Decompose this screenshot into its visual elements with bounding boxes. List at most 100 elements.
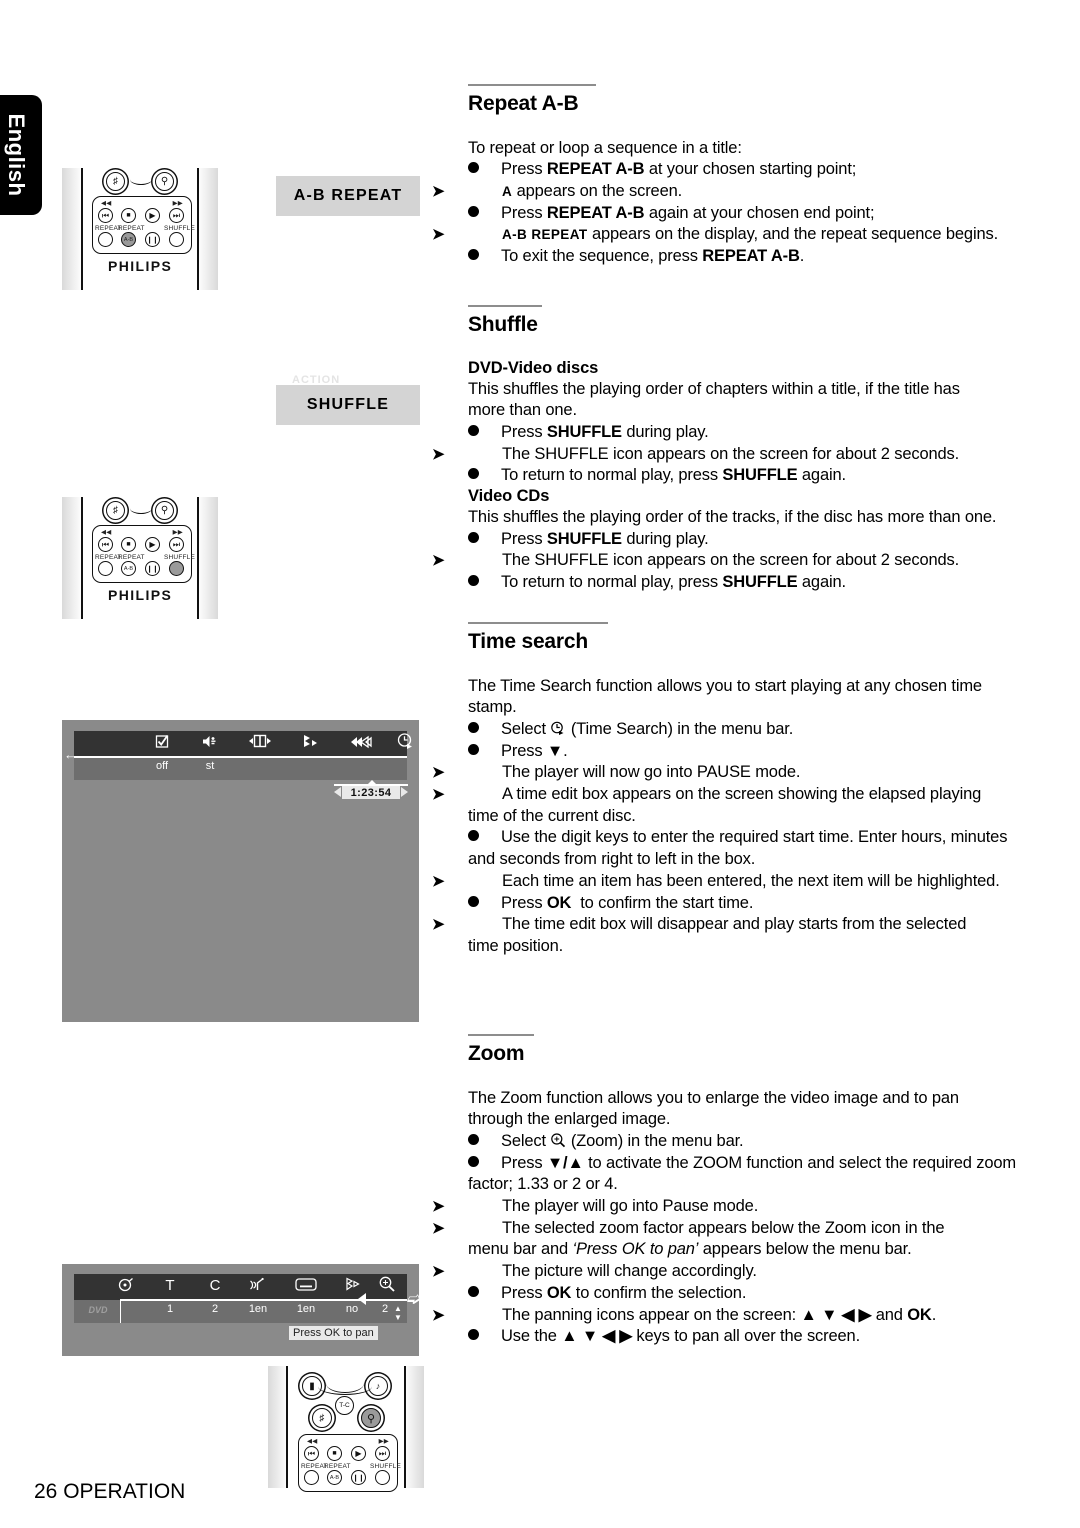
- remote-keypad: ◀◀ ▶▶ ⏮ ■ ▶ ⏭ REPEAT REPEAT SHUFFLE A-B …: [92, 196, 196, 254]
- arrow-icon: ➤: [432, 226, 445, 244]
- remote-prev-key[interactable]: ⏮: [98, 208, 113, 223]
- remote-repeat-ab-key[interactable]: A-B: [327, 1470, 342, 1485]
- section-time-search: Time search The Time Search function all…: [432, 622, 1028, 958]
- time-search-icon: [397, 733, 414, 754]
- menu-cell-screen-fit[interactable]: [242, 734, 278, 751]
- bullet-line: Press REPEAT A-B at your chosen starting…: [468, 159, 1028, 181]
- remote-keypad: ◀◀ ▶▶ ⏮ ■ ▶ ⏭ REPEAT REPEAT SHUFFLE A-B …: [92, 525, 196, 583]
- section-rule: [468, 622, 608, 624]
- menu-cell-subtitle[interactable]: [289, 1277, 323, 1295]
- down-up-arrow-glyphs: ▼/▲: [546, 1153, 584, 1172]
- time-edit-left-arrow[interactable]: [334, 787, 341, 797]
- remote-next-key[interactable]: ⏭: [169, 537, 184, 552]
- paragraph: To repeat or loop a sequence in a title:: [468, 138, 742, 157]
- remote-play-key[interactable]: ▶: [351, 1446, 366, 1461]
- menu-cell-checkbox[interactable]: [144, 734, 180, 752]
- remote-repeat-ab-key[interactable]: A-B: [121, 232, 136, 247]
- menu-cell-angle[interactable]: [292, 734, 328, 753]
- title-disc-icon: [118, 1278, 135, 1297]
- bullet-line: Use the digit keys to enter the required…: [468, 827, 1028, 849]
- inline-bold: SHUFFLE: [546, 422, 622, 441]
- remote-tc-key[interactable]: T-C: [335, 1396, 354, 1415]
- remote-play-key[interactable]: ▶: [145, 537, 160, 552]
- remote-osd-key[interactable]: ♯: [312, 1408, 332, 1428]
- arrow-line: ➤ Each time an item has been entered, the…: [432, 871, 1028, 893]
- fast-forward-icon: [350, 735, 372, 754]
- bullet-line: Press SHUFFLE during play.: [468, 422, 1028, 444]
- subtitle-icon: [295, 1278, 317, 1296]
- menu-cell-audio[interactable]: [192, 734, 228, 752]
- bullet-dot: [468, 575, 479, 587]
- section-rule: [468, 84, 596, 86]
- bullet-dot: [468, 830, 479, 842]
- section-shuffle: Shuffle DVD-Video discs This shuffles th…: [432, 305, 1028, 594]
- chip-ab-repeat: A-B REPEAT: [276, 176, 420, 216]
- remote-shuffle-label: SHUFFLE: [164, 225, 196, 232]
- remote-stop-key[interactable]: ■: [121, 208, 136, 223]
- bullet-dot: [468, 205, 479, 217]
- menu-cell-time-search[interactable]: [390, 733, 420, 753]
- remote-brand-logo: PHILIPS: [108, 587, 173, 603]
- remote-prev-key[interactable]: ⏮: [304, 1446, 319, 1461]
- bullet-line: Press ▼/▲ to activate the ZOOM function …: [468, 1153, 1028, 1175]
- screen-fit-icon: [249, 734, 271, 752]
- arrow-icon: ➤: [432, 1263, 445, 1281]
- remote-repeat-key[interactable]: [304, 1470, 319, 1485]
- bullet-dot: [468, 162, 479, 174]
- inline-bold: OK: [546, 893, 572, 912]
- menu-cell-audio[interactable]: [242, 1277, 274, 1296]
- time-edit-box-value[interactable]: 1:23:54: [342, 786, 400, 799]
- pan-arrow-glyphs: ▲ ▼ ◀ ▶: [561, 1327, 632, 1346]
- remote-zoom-key[interactable]: ⚲: [361, 1408, 381, 1428]
- inline-smallcaps: A-B REPEAT: [502, 227, 588, 243]
- remote-next-key[interactable]: ⏭: [375, 1446, 390, 1461]
- menu-cell-chapter[interactable]: C: [199, 1277, 231, 1294]
- arrow-line: ➤ The panning icons appear on the screen:…: [432, 1305, 1028, 1327]
- menu-cell-title-value: 1: [166, 1303, 174, 1315]
- menu-cell-checkbox-value: off: [155, 760, 169, 772]
- menu-cell-zoom[interactable]: [370, 1276, 404, 1297]
- remote-rewind-label: ◀◀: [101, 529, 112, 536]
- menu-cell-fast-forward[interactable]: [343, 734, 379, 753]
- arrow-line: ➤ The SHUFFLE icon appears on the screen …: [432, 444, 1028, 466]
- remote-edge-left: [286, 1366, 288, 1488]
- arrow-text: The picture will change accordingly.: [502, 1262, 757, 1281]
- section-title-zoom: Zoom: [468, 1041, 525, 1065]
- arrow-line: ➤ The player will now go into PAUSE mode.: [432, 762, 1028, 784]
- remote-prev-key[interactable]: ⏮: [98, 537, 113, 552]
- remote-next-key[interactable]: ⏭: [169, 208, 184, 223]
- remote-pause-key[interactable]: ❙❙: [145, 561, 160, 576]
- time-edit-right-arrow[interactable]: [401, 787, 408, 797]
- bullet-dot: [468, 531, 479, 543]
- remote-stop-key[interactable]: ■: [327, 1446, 342, 1461]
- remote-osd-key[interactable]: ♯: [106, 501, 125, 520]
- inline-bold: OK: [546, 1283, 572, 1302]
- remote-pause-key[interactable]: ❙❙: [351, 1470, 366, 1485]
- zoom-selector-left-arrow[interactable]: [358, 1293, 366, 1305]
- zoom-selector-right-arrow[interactable]: ➫: [407, 1292, 420, 1308]
- language-tab-label: English: [4, 113, 29, 197]
- remote-shuffle-key[interactable]: [375, 1470, 390, 1485]
- remote-repeat-ab-key[interactable]: A-B: [121, 561, 136, 576]
- remote-pause-key[interactable]: ❙❙: [145, 232, 160, 247]
- time-search-icon: [550, 721, 566, 737]
- remote-play-key[interactable]: ▶: [145, 208, 160, 223]
- audio-icon: [249, 1277, 268, 1297]
- bullet-dot: [468, 721, 479, 733]
- arrow-line: ➤ The time edit box will disappear and pl…: [432, 914, 1028, 936]
- remote-shuffle-label: SHUFFLE: [164, 554, 196, 561]
- arrow-line: ➤ The SHUFFLE icon appears on the screen …: [432, 550, 1028, 572]
- bullet-dot: [468, 1155, 479, 1167]
- remote-repeat-key[interactable]: [98, 561, 113, 576]
- bullet-line: Press REPEAT A-B again at your chosen en…: [468, 203, 1028, 225]
- remote-shuffle-key[interactable]: [169, 561, 184, 576]
- remote-zoom-key[interactable]: ⚲: [155, 172, 174, 191]
- menu-cell-title[interactable]: T: [154, 1277, 186, 1294]
- menu-cell-title-disc[interactable]: [110, 1277, 142, 1296]
- remote-shuffle-key[interactable]: [169, 232, 184, 247]
- arrow-icon: ➤: [432, 872, 445, 890]
- remote-stop-key[interactable]: ■: [121, 537, 136, 552]
- remote-zoom-key[interactable]: ⚲: [155, 501, 174, 520]
- remote-osd-key[interactable]: ♯: [106, 172, 125, 191]
- remote-repeat-key[interactable]: [98, 232, 113, 247]
